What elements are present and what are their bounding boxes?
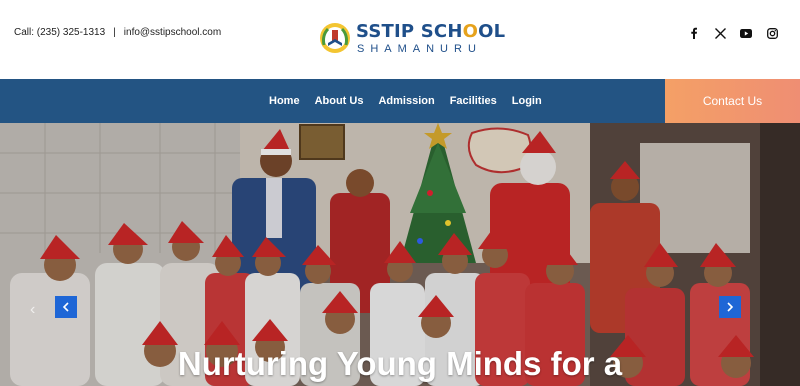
school-logo[interactable]: SSTIP SCHOOL SHAMANURU <box>318 19 505 59</box>
nav-item-facilities[interactable]: Facilities <box>450 95 497 107</box>
logo-title-part-a: SSTIP SCH <box>356 21 463 42</box>
contact-info: Call: (235) 325-1313 | info@sstipschool.co… <box>14 27 221 38</box>
email-link[interactable]: info@sstipschool.com <box>124 27 221 38</box>
ghost-prev-arrow-icon: ‹ <box>30 301 36 318</box>
school-emblem-icon <box>320 23 350 53</box>
instagram-icon[interactable] <box>766 27 778 39</box>
nav-item-home[interactable]: Home <box>269 95 300 107</box>
slider-prev-button[interactable] <box>55 296 77 318</box>
logo-title-part-b: OL <box>478 21 506 42</box>
nav-links: Home About Us Admission Facilities Login <box>269 79 542 123</box>
youtube-icon[interactable] <box>740 27 752 39</box>
chevron-left-icon <box>62 302 69 312</box>
nav-item-about-us[interactable]: About Us <box>315 95 364 107</box>
logo-title: SSTIP SCHOOL <box>356 21 505 42</box>
contact-us-button[interactable]: Contact Us <box>665 79 800 123</box>
chevron-right-icon <box>727 302 734 312</box>
nav-item-login[interactable]: Login <box>512 95 542 107</box>
logo-subtitle: SHAMANURU <box>357 43 482 55</box>
contact-separator: | <box>113 27 116 38</box>
hero-slider: ‹ Nurturing Young Minds for a <box>0 123 800 386</box>
logo-title-o: O <box>462 21 479 42</box>
social-links <box>688 25 778 41</box>
nav-item-admission[interactable]: Admission <box>378 95 434 107</box>
facebook-icon[interactable] <box>688 27 700 39</box>
hero-heading: Nurturing Young Minds for a <box>177 345 623 382</box>
x-icon[interactable] <box>714 27 726 39</box>
phone-number[interactable]: Call: (235) 325-1313 <box>14 27 105 38</box>
slider-next-button[interactable] <box>719 296 741 318</box>
top-header: Call: (235) 325-1313 | info@sstipschool.co… <box>0 0 800 79</box>
